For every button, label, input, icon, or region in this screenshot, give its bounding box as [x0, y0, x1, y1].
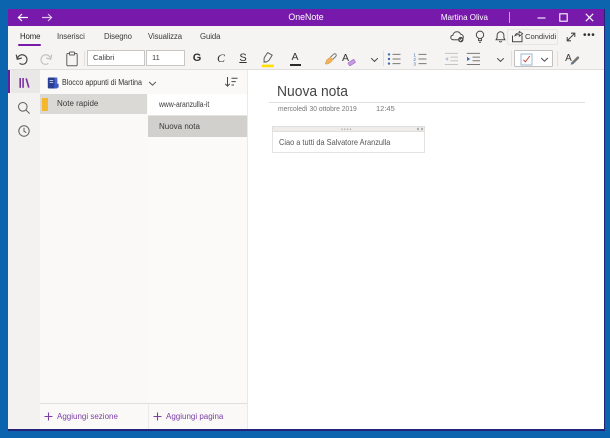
svg-text:3: 3 — [413, 61, 416, 66]
